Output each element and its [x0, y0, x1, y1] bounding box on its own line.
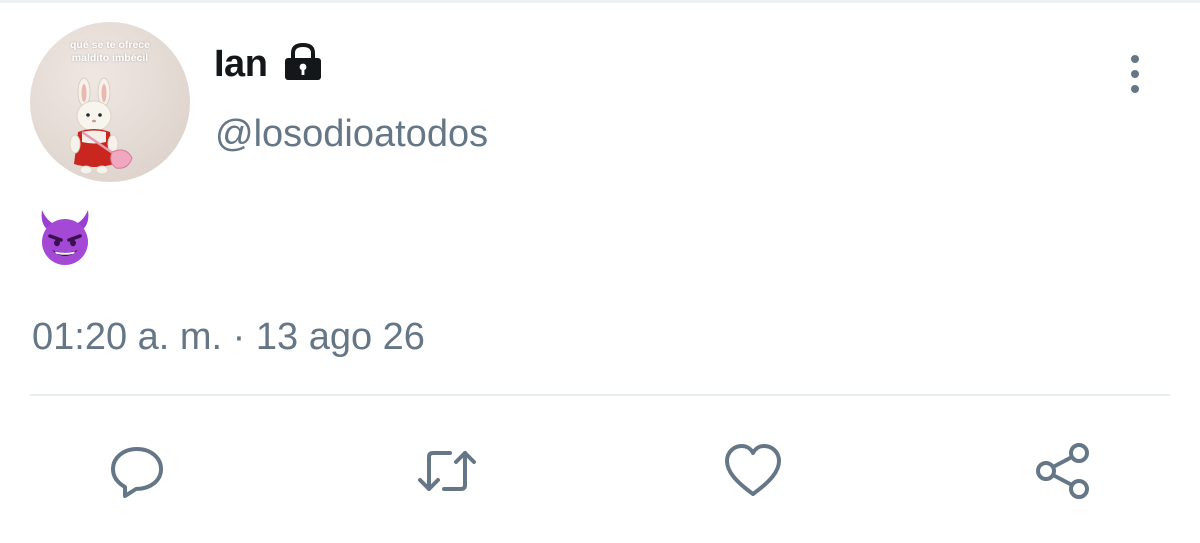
avatar[interactable]: qué se te ofrece maldito imbécil	[30, 22, 190, 182]
heart-icon	[725, 444, 781, 496]
like-button[interactable]	[722, 440, 784, 502]
reply-button[interactable]	[106, 440, 168, 502]
display-name[interactable]: Ian	[214, 42, 268, 86]
actions-divider	[30, 394, 1170, 396]
comment-icon	[111, 447, 163, 498]
more-vertical-icon[interactable]	[1123, 54, 1147, 94]
retweet-button[interactable]	[416, 440, 478, 502]
retweet-icon	[418, 451, 476, 491]
smiling-devil-emoji	[41, 210, 89, 265]
lock-icon	[285, 42, 321, 80]
top-divider	[0, 0, 1200, 3]
bunny-figure-image	[69, 77, 133, 175]
avatar-caption: qué se te ofrece maldito imbécil	[70, 39, 150, 64]
share-icon	[1036, 443, 1089, 499]
share-button[interactable]	[1032, 440, 1094, 502]
tweet-timestamp[interactable]: 01:20 a. m. · 13 ago 26	[32, 315, 425, 359]
user-handle[interactable]: @losodioatodos	[215, 112, 488, 156]
